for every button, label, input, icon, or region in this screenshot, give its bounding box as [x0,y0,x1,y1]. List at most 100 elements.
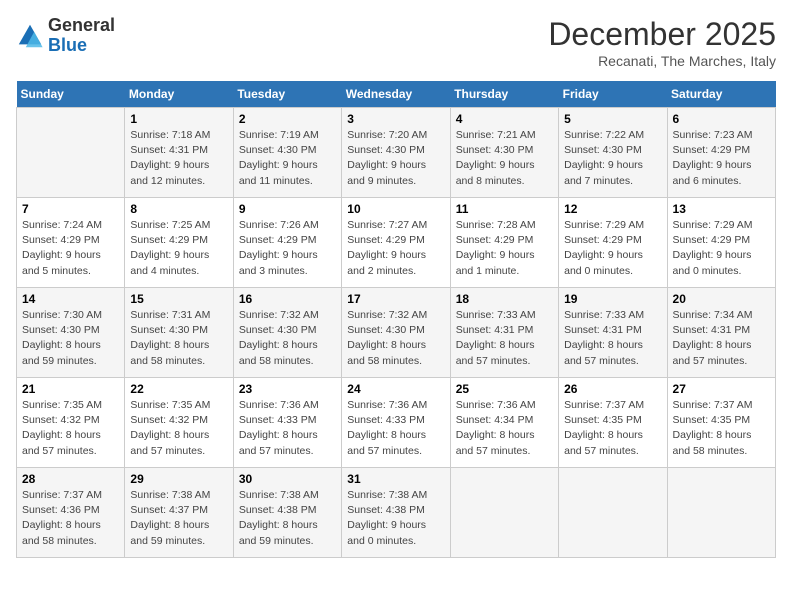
title-block: December 2025 Recanati, The Marches, Ita… [548,16,776,69]
calendar-cell [17,108,125,198]
day-number: 31 [347,472,444,486]
day-info: Sunrise: 7:22 AM Sunset: 4:30 PM Dayligh… [564,128,661,189]
calendar-cell: 22 Sunrise: 7:35 AM Sunset: 4:32 PM Dayli… [125,378,233,468]
day-number: 8 [130,202,227,216]
day-number: 4 [456,112,553,126]
day-number: 18 [456,292,553,306]
day-header-thursday: Thursday [450,81,558,108]
day-number: 9 [239,202,336,216]
location-subtitle: Recanati, The Marches, Italy [548,53,776,69]
day-number: 17 [347,292,444,306]
calendar-cell: 7Sunrise: 7:24 AM Sunset: 4:29 PM Daylig… [17,198,125,288]
calendar-cell: 20 Sunrise: 7:34 AM Sunset: 4:31 PM Dayli… [667,288,775,378]
day-info: Sunrise: 7:36 AM Sunset: 4:33 PM Dayligh… [239,398,336,459]
calendar-cell [559,468,667,558]
day-number: 3 [347,112,444,126]
day-number: 27 [673,382,770,396]
day-info: Sunrise: 7:32 AM Sunset: 4:30 PM Dayligh… [347,308,444,369]
day-info: Sunrise: 7:26 AM Sunset: 4:29 PM Dayligh… [239,218,336,279]
calendar-header-row: SundayMondayTuesdayWednesdayThursdayFrid… [17,81,776,108]
day-info: Sunrise: 7:37 AM Sunset: 4:36 PM Dayligh… [22,488,119,549]
day-number: 16 [239,292,336,306]
day-info: Sunrise: 7:19 AM Sunset: 4:30 PM Dayligh… [239,128,336,189]
day-info: Sunrise: 7:33 AM Sunset: 4:31 PM Dayligh… [456,308,553,369]
day-info: Sunrise: 7:25 AM Sunset: 4:29 PM Dayligh… [130,218,227,279]
day-number: 25 [456,382,553,396]
calendar-cell: 23Sunrise: 7:36 AM Sunset: 4:33 PM Dayli… [233,378,341,468]
day-info: Sunrise: 7:23 AM Sunset: 4:29 PM Dayligh… [673,128,770,189]
day-info: Sunrise: 7:37 AM Sunset: 4:35 PM Dayligh… [564,398,661,459]
calendar-cell: 17 Sunrise: 7:32 AM Sunset: 4:30 PM Dayli… [342,288,450,378]
day-info: Sunrise: 7:35 AM Sunset: 4:32 PM Dayligh… [130,398,227,459]
calendar-cell: 2 Sunrise: 7:19 AM Sunset: 4:30 PM Daylig… [233,108,341,198]
calendar-week-row: 7Sunrise: 7:24 AM Sunset: 4:29 PM Daylig… [17,198,776,288]
day-header-monday: Monday [125,81,233,108]
day-info: Sunrise: 7:34 AM Sunset: 4:31 PM Dayligh… [673,308,770,369]
calendar-cell: 12Sunrise: 7:29 AM Sunset: 4:29 PM Dayli… [559,198,667,288]
day-number: 28 [22,472,119,486]
day-number: 11 [456,202,553,216]
day-number: 5 [564,112,661,126]
day-info: Sunrise: 7:20 AM Sunset: 4:30 PM Dayligh… [347,128,444,189]
calendar-cell: 15 Sunrise: 7:31 AM Sunset: 4:30 PM Dayli… [125,288,233,378]
day-number: 15 [130,292,227,306]
calendar-cell: 3 Sunrise: 7:20 AM Sunset: 4:30 PM Daylig… [342,108,450,198]
day-number: 14 [22,292,119,306]
day-header-friday: Friday [559,81,667,108]
day-info: Sunrise: 7:38 AM Sunset: 4:38 PM Dayligh… [239,488,336,549]
calendar-cell: 30 Sunrise: 7:38 AM Sunset: 4:38 PM Dayli… [233,468,341,558]
day-header-saturday: Saturday [667,81,775,108]
calendar-cell [450,468,558,558]
calendar-cell: 14Sunrise: 7:30 AM Sunset: 4:30 PM Dayli… [17,288,125,378]
day-number: 29 [130,472,227,486]
day-number: 19 [564,292,661,306]
day-info: Sunrise: 7:29 AM Sunset: 4:29 PM Dayligh… [673,218,770,279]
month-title: December 2025 [548,16,776,53]
calendar-week-row: 1Sunrise: 7:18 AM Sunset: 4:31 PM Daylig… [17,108,776,198]
day-header-sunday: Sunday [17,81,125,108]
day-info: Sunrise: 7:38 AM Sunset: 4:37 PM Dayligh… [130,488,227,549]
calendar-cell: 6 Sunrise: 7:23 AM Sunset: 4:29 PM Daylig… [667,108,775,198]
day-info: Sunrise: 7:21 AM Sunset: 4:30 PM Dayligh… [456,128,553,189]
day-header-tuesday: Tuesday [233,81,341,108]
day-info: Sunrise: 7:29 AM Sunset: 4:29 PM Dayligh… [564,218,661,279]
calendar-cell: 27Sunrise: 7:37 AM Sunset: 4:35 PM Dayli… [667,378,775,468]
calendar-table: SundayMondayTuesdayWednesdayThursdayFrid… [16,81,776,558]
calendar-cell: 25 Sunrise: 7:36 AM Sunset: 4:34 PM Dayli… [450,378,558,468]
day-info: Sunrise: 7:36 AM Sunset: 4:33 PM Dayligh… [347,398,444,459]
calendar-cell: 29 Sunrise: 7:38 AM Sunset: 4:37 PM Dayli… [125,468,233,558]
day-number: 2 [239,112,336,126]
day-info: Sunrise: 7:32 AM Sunset: 4:30 PM Dayligh… [239,308,336,369]
logo-icon [16,22,44,50]
day-number: 24 [347,382,444,396]
day-info: Sunrise: 7:31 AM Sunset: 4:30 PM Dayligh… [130,308,227,369]
day-info: Sunrise: 7:33 AM Sunset: 4:31 PM Dayligh… [564,308,661,369]
calendar-cell: 8 Sunrise: 7:25 AM Sunset: 4:29 PM Daylig… [125,198,233,288]
calendar-cell: 21 Sunrise: 7:35 AM Sunset: 4:32 PM Dayli… [17,378,125,468]
day-info: Sunrise: 7:36 AM Sunset: 4:34 PM Dayligh… [456,398,553,459]
calendar-cell: 13Sunrise: 7:29 AM Sunset: 4:29 PM Dayli… [667,198,775,288]
calendar-week-row: 21 Sunrise: 7:35 AM Sunset: 4:32 PM Dayli… [17,378,776,468]
day-info: Sunrise: 7:28 AM Sunset: 4:29 PM Dayligh… [456,218,553,279]
calendar-cell: 1Sunrise: 7:18 AM Sunset: 4:31 PM Daylig… [125,108,233,198]
day-number: 21 [22,382,119,396]
logo: General Blue [16,16,115,56]
day-info: Sunrise: 7:35 AM Sunset: 4:32 PM Dayligh… [22,398,119,459]
day-number: 22 [130,382,227,396]
calendar-cell: 24 Sunrise: 7:36 AM Sunset: 4:33 PM Dayli… [342,378,450,468]
day-header-wednesday: Wednesday [342,81,450,108]
logo-text: General Blue [48,16,115,56]
calendar-week-row: 28 Sunrise: 7:37 AM Sunset: 4:36 PM Dayli… [17,468,776,558]
calendar-cell: 26 Sunrise: 7:37 AM Sunset: 4:35 PM Dayli… [559,378,667,468]
calendar-cell: 4 Sunrise: 7:21 AM Sunset: 4:30 PM Daylig… [450,108,558,198]
calendar-cell: 18 Sunrise: 7:33 AM Sunset: 4:31 PM Dayli… [450,288,558,378]
day-number: 10 [347,202,444,216]
day-number: 26 [564,382,661,396]
day-number: 30 [239,472,336,486]
day-number: 20 [673,292,770,306]
calendar-week-row: 14Sunrise: 7:30 AM Sunset: 4:30 PM Dayli… [17,288,776,378]
day-number: 6 [673,112,770,126]
calendar-cell: 31Sunrise: 7:38 AM Sunset: 4:38 PM Dayli… [342,468,450,558]
calendar-cell: 10Sunrise: 7:27 AM Sunset: 4:29 PM Dayli… [342,198,450,288]
day-info: Sunrise: 7:18 AM Sunset: 4:31 PM Dayligh… [130,128,227,189]
